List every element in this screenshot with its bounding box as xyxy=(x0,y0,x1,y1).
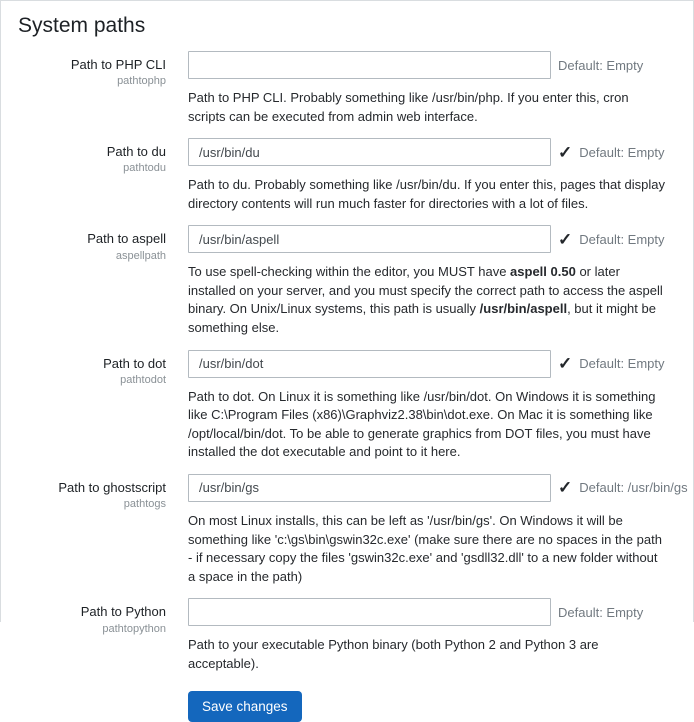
setting-label-column: Path to Python pathtopython xyxy=(1,598,166,673)
setting-input-line: ✓ Default: Empty xyxy=(188,138,693,166)
setting-row: Path to ghostscript pathtogs ✓ Default: … xyxy=(1,474,693,586)
setting-label: Path to ghostscript xyxy=(1,480,166,496)
setting-row: Path to dot pathtodot ✓ Default: Empty P… xyxy=(1,350,693,462)
default-value-label: Default: Empty xyxy=(579,232,664,247)
setting-description: Path to your executable Python binary (b… xyxy=(188,636,666,673)
settings-form: Path to PHP CLI pathtophp ✓ Default: Emp… xyxy=(1,51,693,673)
setting-id: pathtophp xyxy=(1,75,166,87)
setting-description: Path to PHP CLI. Probably something like… xyxy=(188,89,666,126)
setting-row: Path to Python pathtopython ✓ Default: E… xyxy=(1,598,693,673)
setting-input-column: ✓ Default: Empty Path to dot. On Linux i… xyxy=(188,350,693,462)
setting-label-column: Path to du pathtodu xyxy=(1,138,166,213)
default-value-label: Default: Empty xyxy=(558,605,643,620)
setting-input-column: ✓ Default: /usr/bin/gs On most Linux ins… xyxy=(188,474,693,586)
setting-description: Path to dot. On Linux it is something li… xyxy=(188,388,666,462)
setting-label: Path to Python xyxy=(1,604,166,620)
setting-label: Path to du xyxy=(1,144,166,160)
default-value-label: Default: /usr/bin/gs xyxy=(579,480,687,495)
check-icon: ✓ xyxy=(558,355,572,372)
setting-id: aspellpath xyxy=(1,250,166,262)
check-icon: ✓ xyxy=(558,231,572,248)
setting-id: pathtopython xyxy=(1,623,166,635)
setting-input-line: ✓ Default: Empty xyxy=(188,51,693,79)
setting-label-column: Path to ghostscript pathtogs xyxy=(1,474,166,586)
setting-id: pathtodot xyxy=(1,374,166,386)
path-input[interactable] xyxy=(188,598,551,626)
path-input[interactable] xyxy=(188,138,551,166)
page-title: System paths xyxy=(18,14,693,38)
setting-input-line: ✓ Default: Empty xyxy=(188,350,693,378)
setting-input-line: ✓ Default: Empty xyxy=(188,598,693,626)
setting-input-column: ✓ Default: Empty Path to du. Probably so… xyxy=(188,138,693,213)
default-value-label: Default: Empty xyxy=(558,58,643,73)
setting-label: Path to PHP CLI xyxy=(1,57,166,73)
setting-label: Path to aspell xyxy=(1,231,166,247)
setting-input-column: ✓ Default: Empty Path to PHP CLI. Probab… xyxy=(188,51,693,126)
setting-input-column: ✓ Default: Empty To use spell-checking w… xyxy=(188,225,693,337)
path-input[interactable] xyxy=(188,474,551,502)
setting-input-column: ✓ Default: Empty Path to your executable… xyxy=(188,598,693,673)
setting-label-column: Path to dot pathtodot xyxy=(1,350,166,462)
setting-label-column: Path to PHP CLI pathtophp xyxy=(1,51,166,126)
setting-row: Path to du pathtodu ✓ Default: Empty Pat… xyxy=(1,138,693,213)
path-input[interactable] xyxy=(188,350,551,378)
setting-description: On most Linux installs, this can be left… xyxy=(188,512,666,586)
setting-input-line: ✓ Default: Empty xyxy=(188,225,693,253)
path-input[interactable] xyxy=(188,225,551,253)
setting-description: Path to du. Probably something like /usr… xyxy=(188,176,666,213)
setting-row: Path to PHP CLI pathtophp ✓ Default: Emp… xyxy=(1,51,693,126)
setting-label-column: Path to aspell aspellpath xyxy=(1,225,166,337)
setting-row: Path to aspell aspellpath ✓ Default: Emp… xyxy=(1,225,693,337)
path-input[interactable] xyxy=(188,51,551,79)
setting-input-line: ✓ Default: /usr/bin/gs xyxy=(188,474,693,502)
setting-description: To use spell-checking within the editor,… xyxy=(188,263,666,337)
check-icon: ✓ xyxy=(558,144,572,161)
setting-id: pathtodu xyxy=(1,162,166,174)
default-value-label: Default: Empty xyxy=(579,145,664,160)
check-icon: ✓ xyxy=(558,479,572,496)
save-changes-button[interactable]: Save changes xyxy=(188,691,302,722)
setting-id: pathtogs xyxy=(1,498,166,510)
setting-label: Path to dot xyxy=(1,356,166,372)
default-value-label: Default: Empty xyxy=(579,356,664,371)
